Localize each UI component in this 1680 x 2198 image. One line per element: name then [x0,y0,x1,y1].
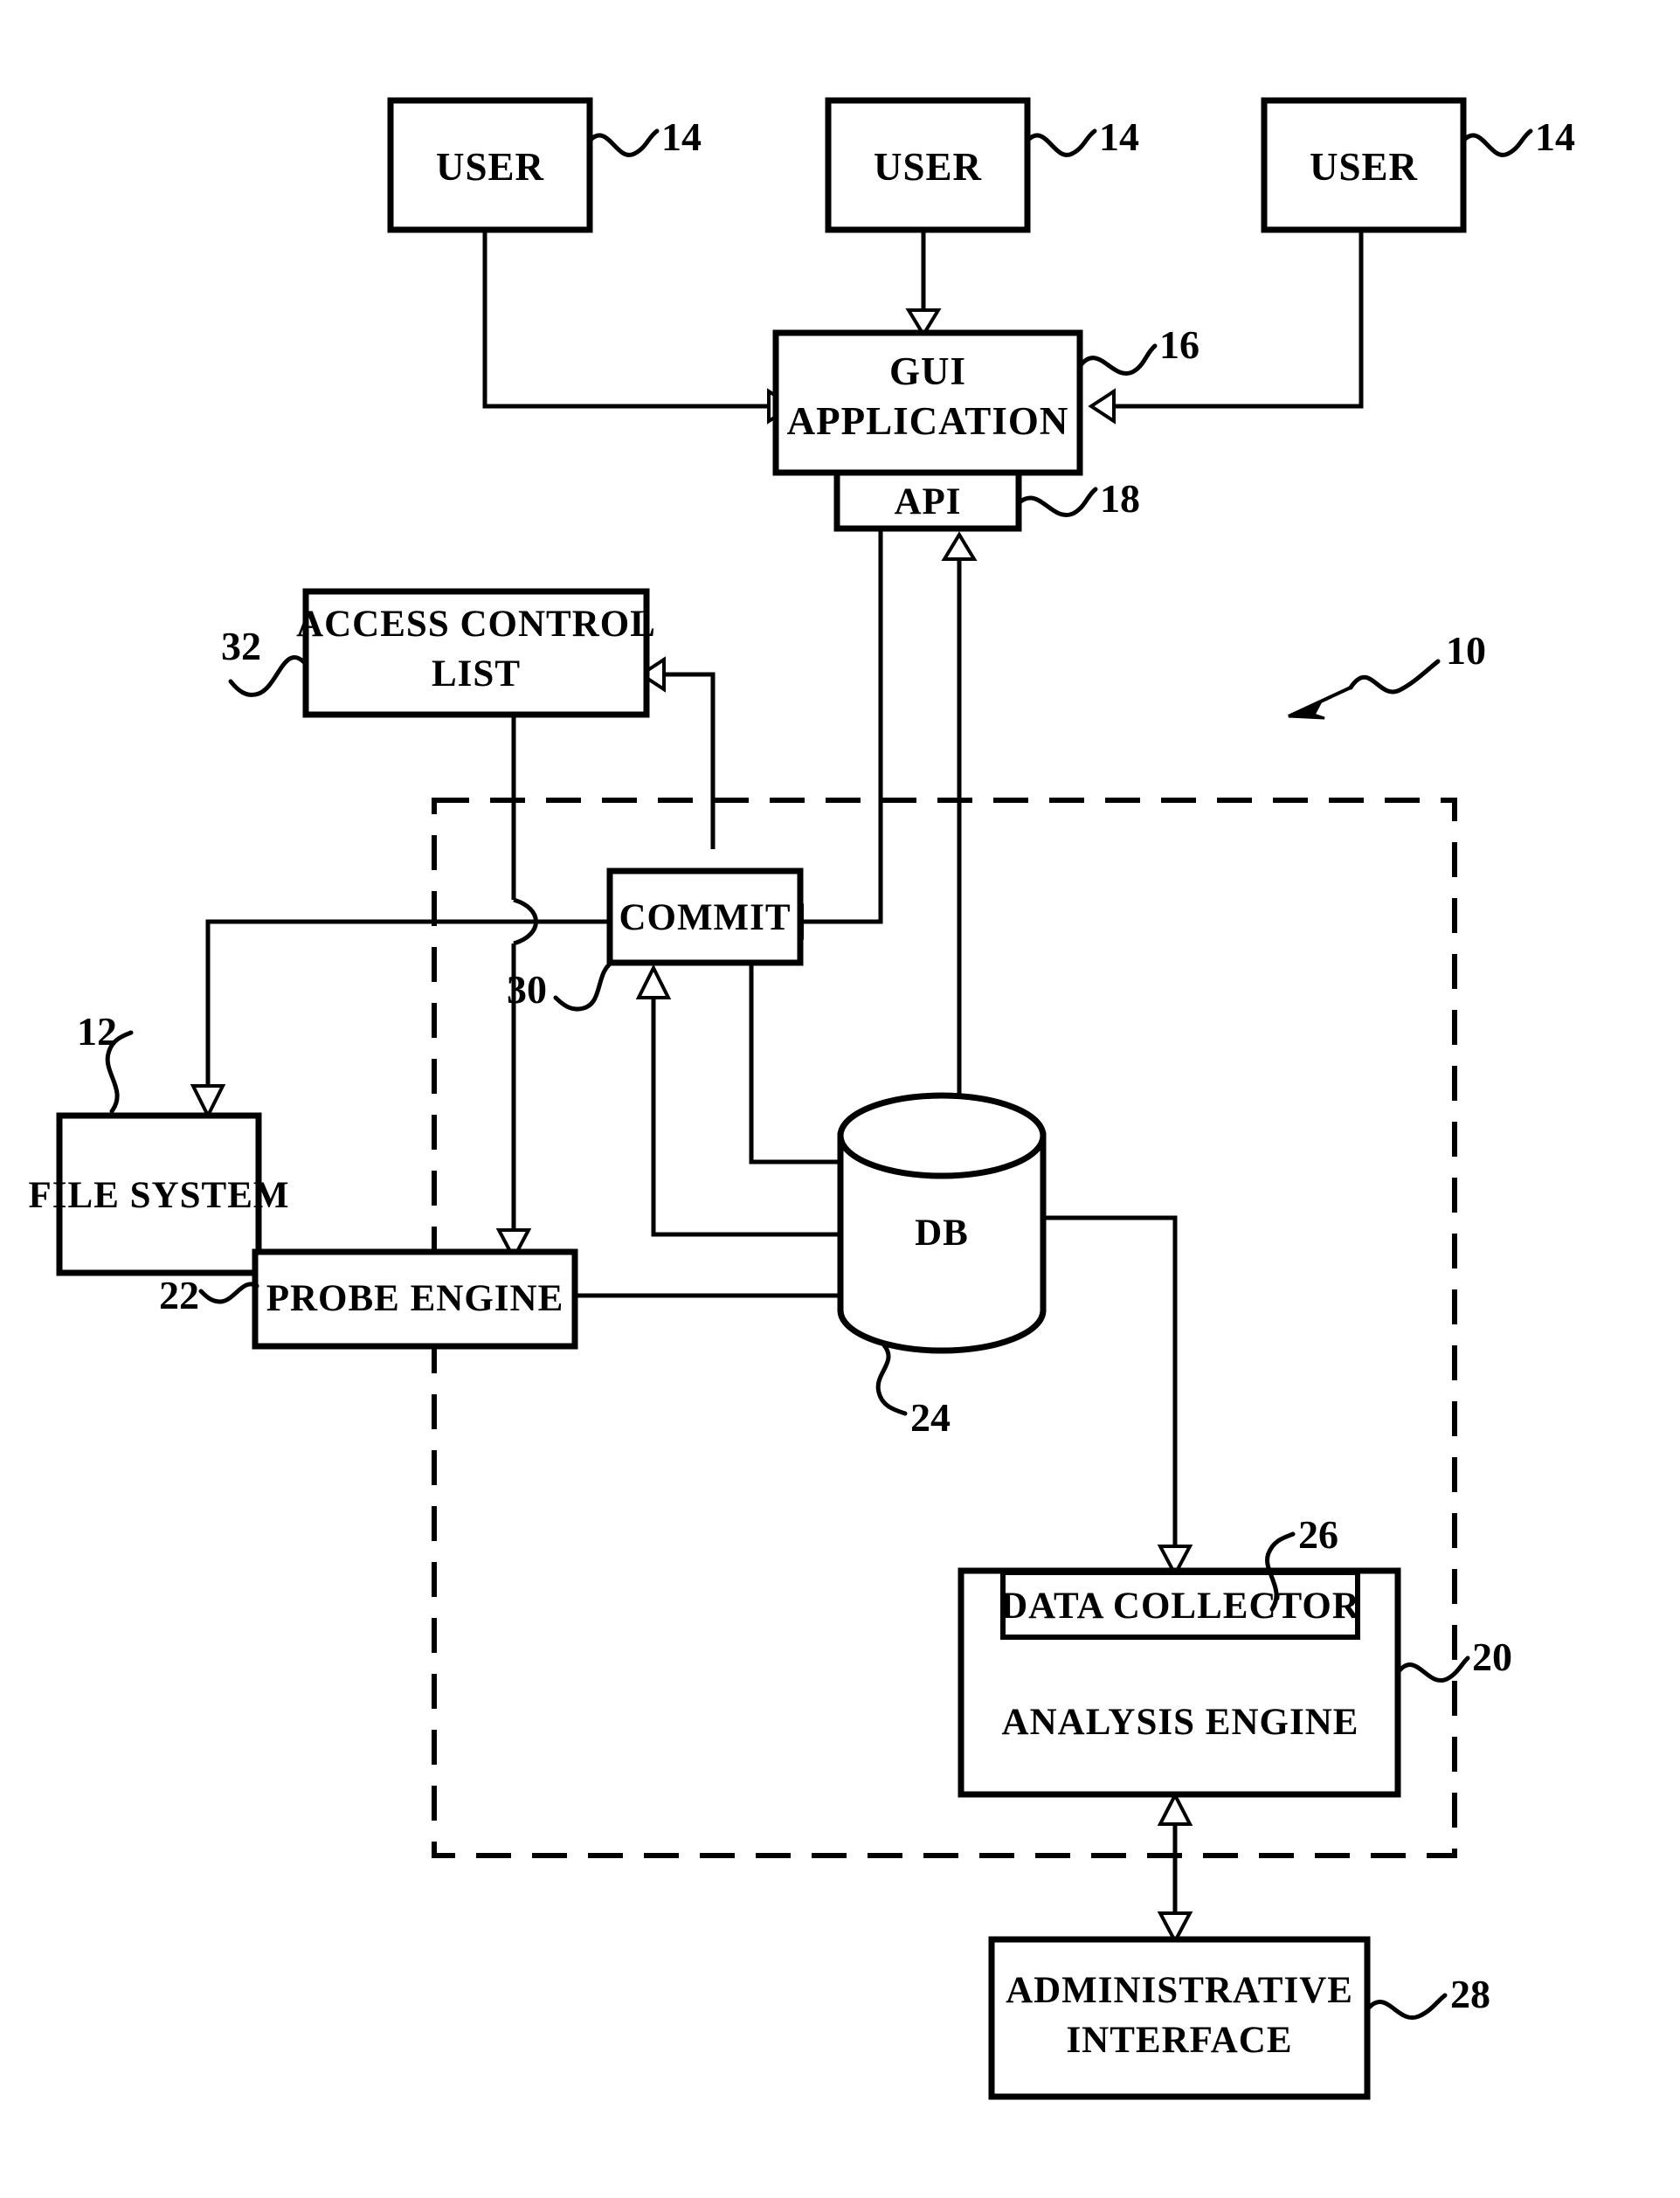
ref-24: 24 [910,1395,951,1440]
administrative-interface-label-line1: ADMINISTRATIVE [1006,1970,1353,2011]
leader-14c [1462,128,1533,157]
wire-commit-to-db [749,961,840,1165]
arrow-commit-to-file-system [190,1084,226,1120]
wire-user3-to-gui [1114,229,1364,409]
user-1-label: USER [436,145,544,189]
file-system-label: FILE SYSTEM [29,1175,290,1216]
ref-22: 22 [159,1273,199,1317]
leader-18 [1017,487,1098,518]
wire-commit-to-acl [664,672,716,849]
gui-application-label-line1: GUI [889,349,966,393]
probe-engine-label: PROBE ENGINE [266,1278,564,1319]
system-block-diagram: USER USER USER GUI APPLICATION API ACCES… [29,97,1575,2100]
arrow-db-to-api [941,531,978,561]
ref-12: 12 [77,1009,117,1054]
gui-application-label-line2: APPLICATION [787,399,1069,443]
patent-figure: USER USER USER GUI APPLICATION API ACCES… [0,0,1680,2198]
ref-14b: 14 [1099,114,1139,159]
leader-24 [875,1343,908,1416]
arrow-admin-to-analysis [1157,1791,1193,1826]
commit-label: COMMIT [619,897,791,938]
leader-28 [1366,1993,1448,2021]
ref-10: 10 [1446,628,1486,673]
arrow-user3-to-gui [1088,388,1116,425]
ref-32: 32 [221,624,261,668]
wire-commit-to-file-system [205,919,612,1114]
ref-20: 20 [1472,1635,1512,1679]
administrative-interface-label-line2: INTERFACE [1066,2020,1292,2061]
arrow-db-to-commit [635,964,672,999]
user-2-label: USER [874,145,982,189]
db-cylinder-top [837,1092,1047,1179]
ref-28: 28 [1450,1972,1490,2016]
leader-30 [553,960,614,1012]
wire-user1-to-gui [482,229,769,409]
wire-api-to-commit [802,529,883,924]
ref-14c: 14 [1535,114,1575,159]
ref-14a: 14 [661,114,702,159]
access-control-list-label-line2: LIST [432,653,521,695]
user-3-label: USER [1310,145,1418,189]
box-administrative-interface[interactable] [988,1936,1371,2100]
leader-14b [1026,128,1097,157]
wire-db-to-commit [651,970,840,1237]
analysis-engine-label: ANALYSIS ENGINE [1002,1702,1359,1743]
api-label: API [894,481,961,522]
leader-20 [1397,1655,1470,1683]
wire-db-datacollector-trunk [1044,1215,1178,1572]
db-label: DB [915,1213,969,1254]
access-control-list-label-line1: ACCESS CONTROL [296,604,656,645]
leader-14a [588,128,660,157]
data-collector-label: DATA COLLECTOR [1000,1586,1360,1627]
leader-22 [198,1282,259,1304]
leader-16 [1078,343,1158,376]
arrow-10 [1288,698,1325,720]
ref-30: 30 [507,967,547,1012]
ref-26: 26 [1298,1512,1338,1557]
leader-10 [1348,659,1441,695]
ref-16: 16 [1159,322,1200,367]
ref-18: 18 [1100,476,1140,521]
